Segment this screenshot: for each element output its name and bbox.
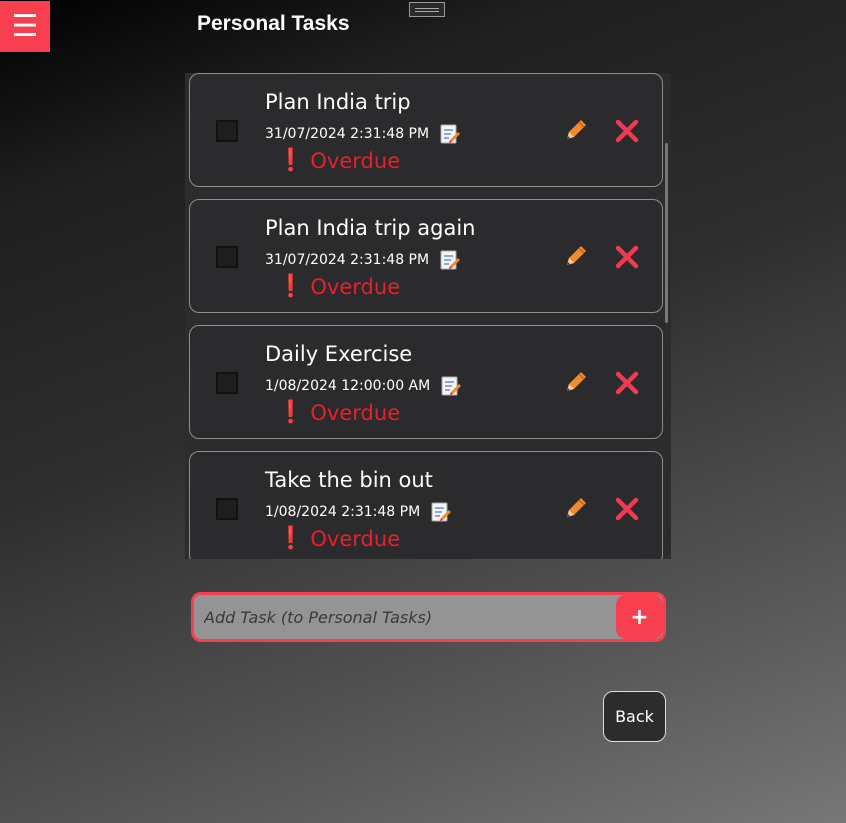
- delete-task-button[interactable]: [613, 369, 641, 397]
- task-date-row: 31/07/2024 2:31:48 PM: [265, 123, 461, 145]
- task-checkbox[interactable]: [216, 120, 238, 142]
- task-checkbox[interactable]: [216, 498, 238, 520]
- overdue-label: Overdue: [310, 274, 401, 299]
- task-list[interactable]: Plan India trip 31/07/2024 2:31:48 PM ❗ …: [185, 73, 671, 559]
- task-date: 1/08/2024 2:31:48 PM: [265, 504, 421, 520]
- task-title: Daily Exercise: [265, 342, 413, 366]
- hamburger-icon: ☰: [11, 8, 39, 44]
- edit-task-button[interactable]: [563, 117, 589, 143]
- overdue-label: Overdue: [310, 526, 401, 551]
- exclamation-icon: ❗: [277, 274, 305, 299]
- notes-icon[interactable]: [430, 501, 452, 523]
- task-list-scrollbar[interactable]: [665, 143, 668, 323]
- task-date: 1/08/2024 12:00:00 AM: [265, 378, 431, 394]
- task-title: Plan India trip: [265, 90, 411, 114]
- overdue-label: Overdue: [310, 400, 401, 425]
- overdue-status: ❗ Overdue: [277, 148, 400, 173]
- add-task-row: +: [191, 592, 666, 642]
- task-card[interactable]: Take the bin out 1/08/2024 2:31:48 PM ❗ …: [189, 451, 663, 559]
- task-date-row: 31/07/2024 2:31:48 PM: [265, 249, 461, 271]
- task-checkbox[interactable]: [216, 372, 238, 394]
- task-card[interactable]: Plan India trip again 31/07/2024 2:31:48…: [189, 199, 663, 313]
- exclamation-icon: ❗: [277, 400, 305, 425]
- notes-icon[interactable]: [439, 123, 461, 145]
- task-date: 31/07/2024 2:31:48 PM: [265, 252, 430, 268]
- menu-button[interactable]: ☰: [0, 1, 50, 52]
- edit-task-button[interactable]: [563, 369, 589, 395]
- delete-task-button[interactable]: [613, 243, 641, 271]
- overdue-label: Overdue: [310, 148, 401, 173]
- task-card[interactable]: Plan India trip 31/07/2024 2:31:48 PM ❗ …: [189, 73, 663, 187]
- task-date-row: 1/08/2024 2:31:48 PM: [265, 501, 452, 523]
- notes-icon[interactable]: [439, 249, 461, 271]
- task-date-row: 1/08/2024 12:00:00 AM: [265, 375, 462, 397]
- page-title: Personal Tasks: [197, 12, 350, 35]
- drag-handle[interactable]: [409, 2, 445, 17]
- task-title: Take the bin out: [265, 468, 433, 492]
- delete-task-button[interactable]: [613, 495, 641, 523]
- task-title: Plan India trip again: [265, 216, 476, 240]
- back-button[interactable]: Back: [603, 691, 666, 742]
- add-task-button[interactable]: +: [616, 595, 663, 639]
- overdue-status: ❗ Overdue: [277, 526, 400, 551]
- add-task-input[interactable]: [194, 595, 617, 639]
- task-date: 31/07/2024 2:31:48 PM: [265, 126, 430, 142]
- exclamation-icon: ❗: [277, 526, 305, 551]
- notes-icon[interactable]: [440, 375, 462, 397]
- overdue-status: ❗ Overdue: [277, 400, 400, 425]
- edit-task-button[interactable]: [563, 495, 589, 521]
- exclamation-icon: ❗: [277, 148, 305, 173]
- task-checkbox[interactable]: [216, 246, 238, 268]
- edit-task-button[interactable]: [563, 243, 589, 269]
- task-card[interactable]: Daily Exercise 1/08/2024 12:00:00 AM ❗ O…: [189, 325, 663, 439]
- delete-task-button[interactable]: [613, 117, 641, 145]
- overdue-status: ❗ Overdue: [277, 274, 400, 299]
